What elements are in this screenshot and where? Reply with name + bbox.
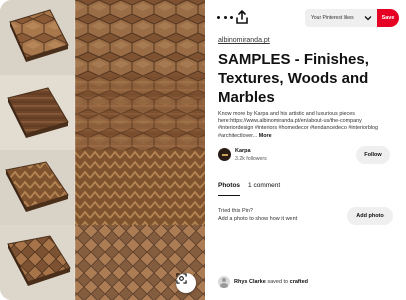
creator-followers: 3.2k followers bbox=[235, 156, 267, 162]
pin-description: Know more by Karpa and his artistic and … bbox=[218, 111, 398, 140]
creator-name[interactable]: Karpa bbox=[235, 148, 251, 154]
tab-photos[interactable]: Photos bbox=[218, 182, 241, 196]
ellipsis-icon bbox=[217, 15, 220, 19]
share-upload-icon bbox=[236, 10, 248, 24]
visual-search-button[interactable] bbox=[176, 273, 196, 293]
tried-title: Tried this Pin? bbox=[218, 208, 253, 214]
wood-samples-image bbox=[0, 0, 205, 300]
saver-name[interactable]: Rhys Clarke bbox=[234, 279, 266, 285]
share-button[interactable] bbox=[235, 9, 249, 25]
saved-by-row: Rhys Clarke saved to crafted bbox=[218, 276, 398, 290]
tab-comments[interactable]: 1 comment bbox=[248, 182, 280, 196]
chevron-down-icon bbox=[364, 16, 372, 21]
board-select-dropdown[interactable]: Your Pinterest likes bbox=[305, 9, 377, 27]
pin-action-bar: Your Pinterest likes Save bbox=[205, 0, 406, 34]
follow-button[interactable]: Follow bbox=[356, 146, 390, 164]
description-more-link[interactable]: More bbox=[259, 133, 272, 139]
saved-board-name[interactable]: crafted bbox=[290, 279, 308, 285]
visual-search-icon bbox=[176, 273, 187, 284]
pin-tabs: Photos 1 comment bbox=[218, 182, 280, 196]
creator-avatar[interactable] bbox=[218, 148, 231, 161]
source-link[interactable]: albinomiranda.pt bbox=[218, 37, 270, 44]
more-options-button[interactable] bbox=[217, 10, 233, 24]
pin-detail-card: Your Pinterest likes Save albinomiranda.… bbox=[0, 0, 406, 300]
creator-row: Karpa 3.2k followers Follow bbox=[218, 146, 398, 166]
tried-subtitle: Add a photo to show how it went bbox=[218, 216, 298, 222]
add-photo-button[interactable]: Add photo bbox=[347, 207, 393, 225]
tried-this-pin: Tried this Pin? Add a photo to show how … bbox=[218, 208, 348, 222]
board-select-value: Your Pinterest likes bbox=[311, 15, 354, 21]
pin-image[interactable] bbox=[0, 0, 205, 300]
pin-title: SAMPLES - Finishes, Textures, Woods and … bbox=[218, 51, 369, 106]
pin-description-text: Know more by Karpa and his artistic and … bbox=[218, 111, 379, 139]
saver-avatar[interactable] bbox=[218, 276, 230, 288]
pin-detail-panel: Your Pinterest likes Save albinomiranda.… bbox=[205, 0, 406, 300]
saved-to-text: saved to bbox=[267, 279, 289, 285]
save-button[interactable]: Save bbox=[377, 9, 399, 27]
